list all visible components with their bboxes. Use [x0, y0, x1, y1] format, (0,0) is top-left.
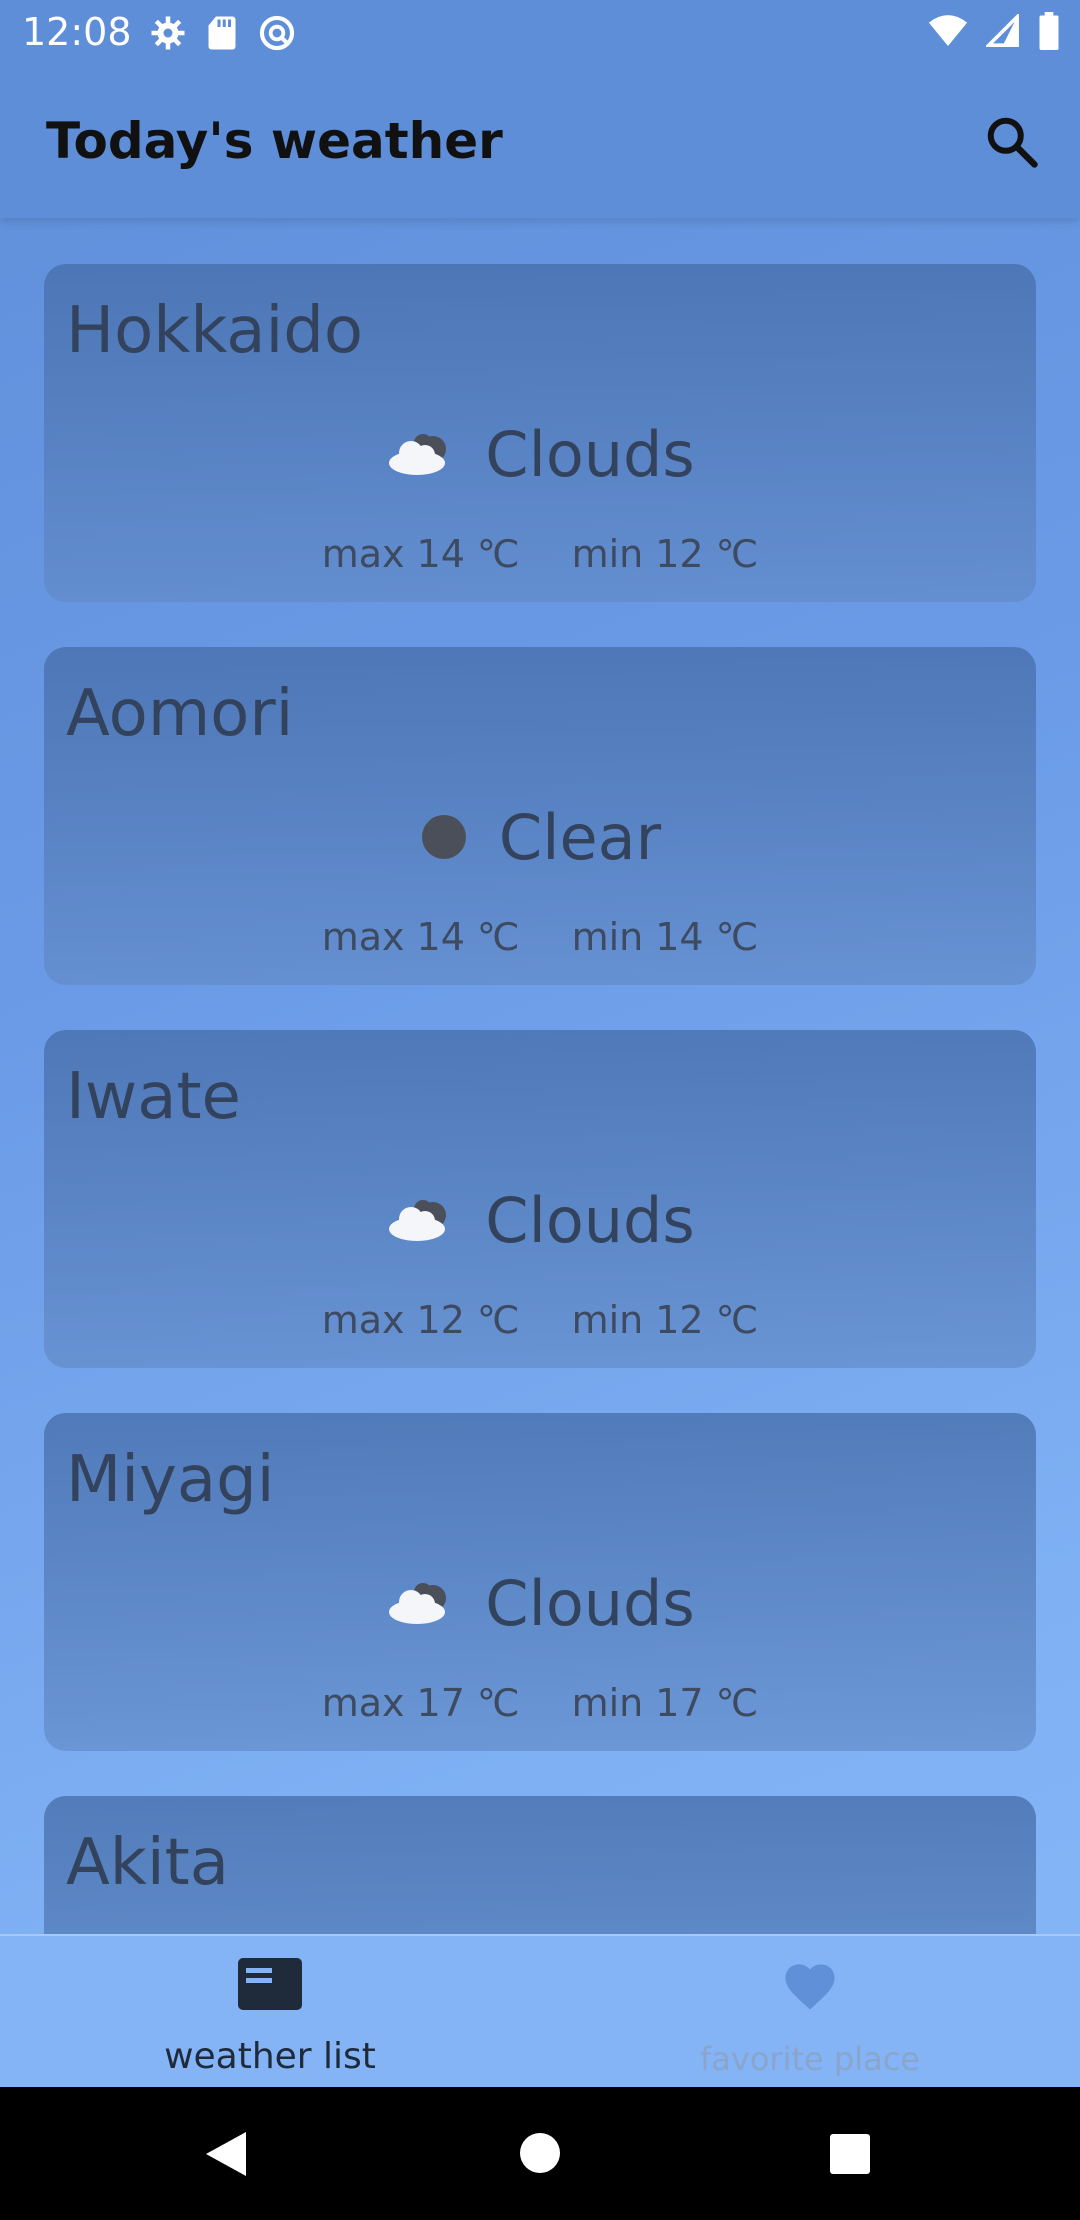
weather-card[interactable]: Aomori Clear max 14 ℃ min 14 ℃: [44, 647, 1036, 985]
system-nav-bar: [0, 2087, 1080, 2220]
max-value: 17: [416, 1681, 465, 1725]
article-icon: [238, 1958, 302, 2010]
unit: ℃: [715, 1681, 759, 1725]
unit: ℃: [476, 1681, 520, 1725]
temperature-row: max 14 ℃ min 14 ℃: [44, 915, 1036, 959]
back-icon[interactable]: [204, 2130, 248, 2178]
min-value: 12: [655, 532, 704, 576]
condition-text: Clouds: [485, 417, 695, 491]
min-value: 17: [655, 1681, 704, 1725]
weather-card[interactable]: Hokkaido Clouds max 14 ℃ min 12 ℃: [44, 264, 1036, 602]
min-value: 14: [655, 915, 704, 959]
cloud-icon: [389, 1583, 447, 1624]
unit: ℃: [715, 1298, 759, 1342]
min-value: 12: [655, 1298, 704, 1342]
place-name: Miyagi: [66, 1443, 275, 1517]
condition-text: Clouds: [485, 1566, 695, 1640]
unit: ℃: [715, 915, 759, 959]
weather-card[interactable]: Iwate Clouds max 12 ℃ min 12 ℃: [44, 1030, 1036, 1368]
page-title: Today's weather: [46, 112, 503, 170]
min-label: min: [571, 915, 644, 959]
place-name: Aomori: [66, 677, 294, 751]
temperature-row: max 12 ℃ min 12 ℃: [44, 1298, 1036, 1342]
place-name: Iwate: [66, 1060, 241, 1134]
bottom-nav: weather list favorite place: [0, 1934, 1080, 2089]
cloud-icon: [389, 434, 447, 475]
nav-favorite-place[interactable]: favorite place: [540, 1936, 1080, 2089]
temperature-row: max 14 ℃ min 12 ℃: [44, 532, 1036, 576]
heart-icon: [785, 1964, 835, 2010]
min-label: min: [571, 1298, 644, 1342]
unit: ℃: [476, 915, 520, 959]
home-icon[interactable]: [519, 2132, 561, 2174]
settings-icon: [151, 16, 185, 50]
condition-text: Clear: [498, 800, 662, 874]
unit: ℃: [715, 532, 759, 576]
temperature-row: max 17 ℃ min 17 ℃: [44, 1681, 1036, 1725]
place-name: Akita: [66, 1826, 229, 1900]
wifi-icon: [928, 15, 968, 46]
min-label: min: [571, 532, 644, 576]
max-label: max: [321, 1681, 405, 1725]
max-value: 12: [416, 1298, 465, 1342]
sd-card-icon: [208, 16, 236, 50]
nav-label: weather list: [164, 2036, 376, 2077]
unit: ℃: [476, 1298, 520, 1342]
weather-list[interactable]: Hokkaido Clouds max 14 ℃ min 12 ℃ Aomori Clea…: [0, 218, 1080, 1934]
status-time: 12:08: [22, 10, 132, 54]
unit: ℃: [476, 532, 520, 576]
min-label: min: [571, 1681, 644, 1725]
max-value: 14: [416, 532, 465, 576]
recents-icon[interactable]: [830, 2134, 870, 2174]
nav-label: favorite place: [700, 2040, 920, 2078]
sync-icon: [259, 15, 295, 51]
battery-icon: [1039, 12, 1059, 50]
nav-weather-list[interactable]: weather list: [0, 1936, 540, 2089]
search-icon: [987, 117, 1038, 168]
clear-icon: [421, 815, 466, 859]
weather-card[interactable]: Miyagi Clouds max 17 ℃ min 17 ℃: [44, 1413, 1036, 1751]
max-value: 14: [416, 915, 465, 959]
search-button[interactable]: [982, 112, 1042, 172]
condition-text: Clouds: [485, 1183, 695, 1257]
cloud-icon: [389, 1200, 447, 1241]
weather-card[interactable]: Akita: [44, 1796, 1036, 1934]
signal-icon: [986, 14, 1019, 47]
place-name: Hokkaido: [66, 294, 364, 368]
max-label: max: [321, 1298, 405, 1342]
max-label: max: [321, 915, 405, 959]
status-bar: 12:08: [0, 0, 1080, 64]
max-label: max: [321, 532, 405, 576]
